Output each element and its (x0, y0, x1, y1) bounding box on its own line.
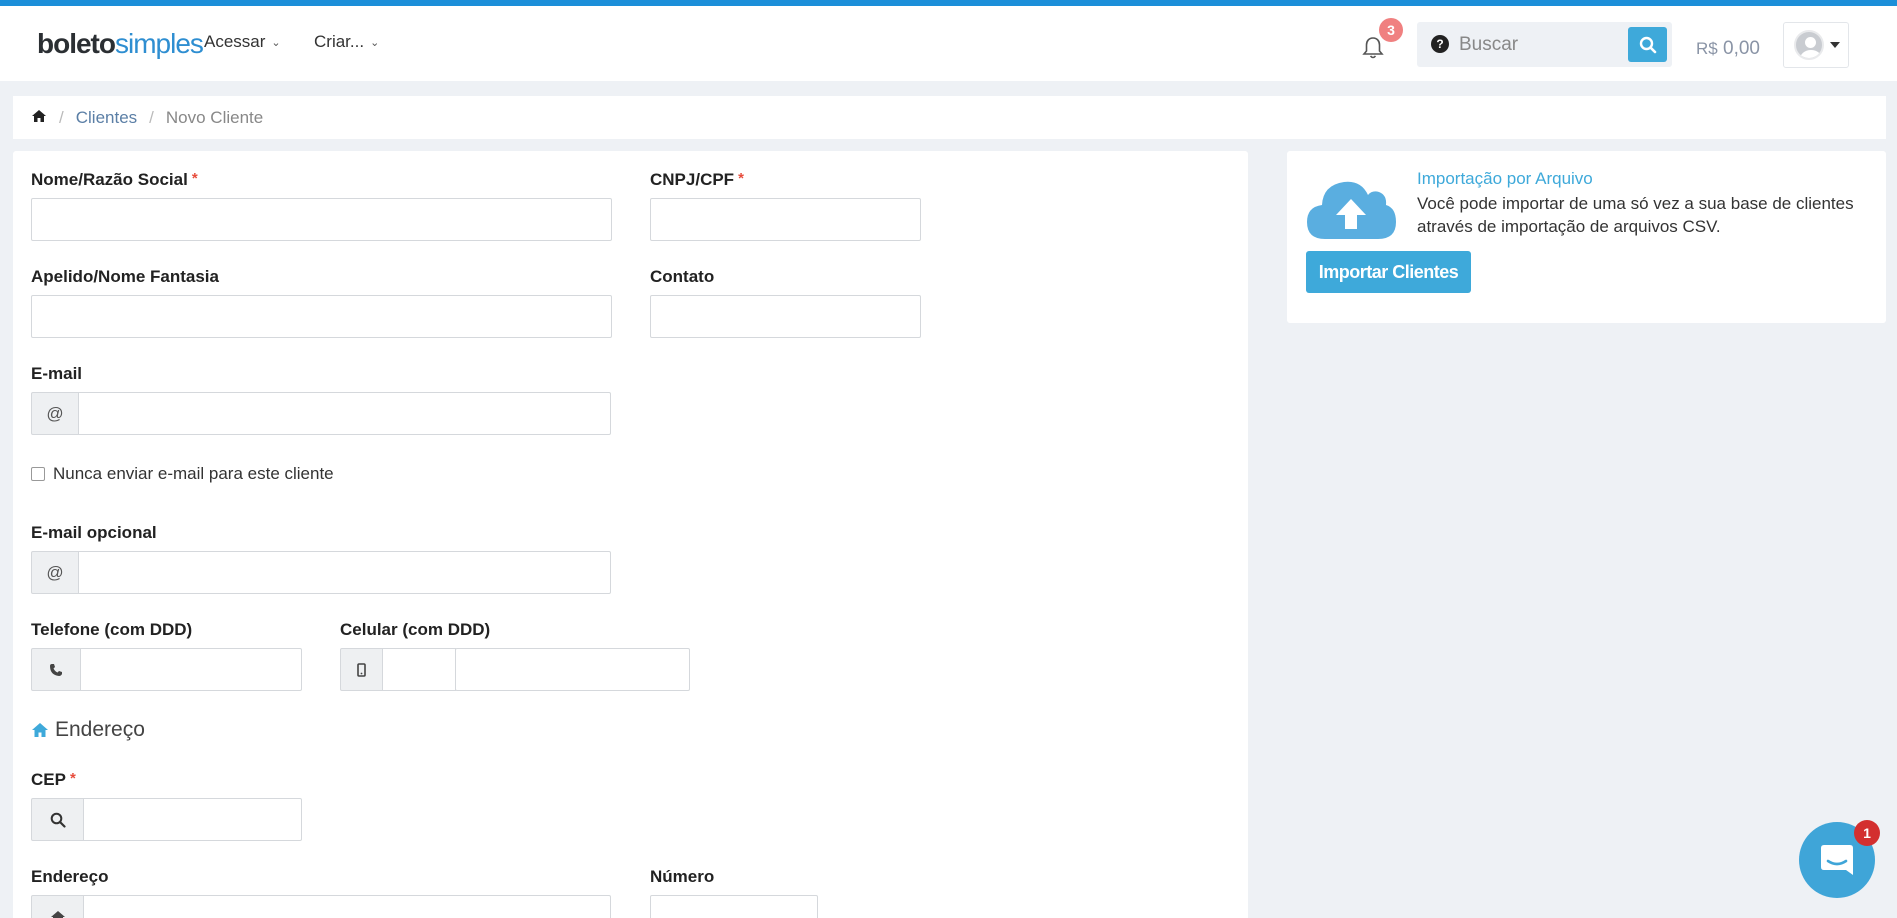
mobile-icon (340, 648, 383, 691)
required-mark: * (738, 170, 744, 187)
import-panel: Importação por Arquivo Você pode importa… (1287, 151, 1886, 323)
account-balance[interactable]: R$ 0,00 (1696, 38, 1760, 60)
nickname-field[interactable] (31, 295, 612, 338)
nav-acessar[interactable]: Acessar ⌄ (204, 32, 281, 52)
notification-badge: 3 (1379, 18, 1403, 42)
breadcrumb-separator: / (149, 107, 154, 127)
email-addon: @ (31, 392, 79, 435)
optional-email-addon: @ (31, 551, 79, 594)
client-form: Nome/Razão Social * CNPJ/CPF * Apelido/Nom… (13, 151, 1248, 918)
nav-acessar-label: Acessar (204, 32, 266, 51)
contact-label: Contato (650, 267, 715, 286)
number-field[interactable] (650, 895, 818, 918)
name-label: Nome/Razão Social * (31, 170, 198, 190)
logo-text-bold: boleto (37, 28, 116, 59)
help-icon[interactable]: ? (1431, 35, 1449, 53)
search-box: ? (1417, 22, 1672, 67)
balance-currency: R$ (1696, 39, 1718, 58)
breadcrumb-clientes[interactable]: Clientes (76, 108, 137, 128)
cep-search-button[interactable] (31, 798, 84, 841)
search-input[interactable] (1459, 27, 1619, 62)
balance-value: 0,00 (1723, 38, 1760, 59)
name-field[interactable] (31, 198, 612, 241)
logo-text-light: simples (115, 28, 204, 59)
cep-field[interactable] (83, 798, 302, 841)
phone-label: Telefone (com DDD) (31, 620, 193, 639)
search-button[interactable] (1628, 27, 1667, 62)
cnpj-label: CNPJ/CPF * (650, 170, 744, 190)
chat-icon (1821, 845, 1853, 875)
cnpj-label-text: CNPJ/CPF (650, 170, 735, 189)
chevron-down-icon: ⌄ (271, 36, 281, 49)
breadcrumb-separator: / (59, 107, 64, 127)
email-label: E-mail (31, 364, 83, 383)
user-menu-button[interactable] (1783, 22, 1849, 68)
chat-badge: 1 (1854, 820, 1880, 846)
breadcrumb: / Clientes / Novo Cliente (13, 96, 1886, 139)
optional-email-field[interactable] (78, 551, 611, 594)
chevron-down-icon: ⌄ (370, 36, 380, 49)
nav-criar[interactable]: Criar... ⌄ (314, 32, 379, 52)
address-section-title: Endereço (31, 718, 145, 742)
never-email-label: Nunca enviar e-mail para este cliente (53, 464, 334, 483)
address-icon (31, 895, 84, 918)
avatar (1794, 30, 1824, 60)
address-label: Endereço (31, 867, 109, 886)
breadcrumb-current: Novo Cliente (165, 107, 264, 127)
mobile-label: Celular (com DDD) (340, 620, 491, 639)
home-icon (32, 723, 48, 737)
mobile-ddd-field[interactable] (382, 648, 456, 691)
search-icon (1639, 36, 1656, 53)
address-section-label: Endereço (55, 718, 145, 741)
number-label: Número (650, 867, 715, 886)
email-field[interactable] (78, 392, 611, 435)
never-email-checkbox[interactable] (31, 467, 45, 481)
phone-icon (31, 648, 81, 691)
cep-label-text: CEP (31, 770, 66, 789)
phone-field[interactable] (80, 648, 302, 691)
import-clients-button[interactable]: Importar Clientes (1306, 251, 1471, 293)
nickname-label: Apelido/Nome Fantasia (31, 267, 219, 286)
top-navbar: boletosimples Acessar ⌄ Criar... ⌄ 3 ? R… (0, 6, 1897, 81)
nav-criar-label: Criar... (314, 32, 365, 51)
never-email-option[interactable]: Nunca enviar e-mail para este cliente (31, 464, 334, 484)
cnpj-field[interactable] (650, 198, 921, 241)
logo[interactable]: boletosimples (37, 28, 204, 60)
address-field[interactable] (83, 895, 611, 918)
search-icon (50, 812, 66, 828)
cep-label: CEP * (31, 770, 76, 790)
contact-field[interactable] (650, 295, 921, 338)
required-mark: * (191, 170, 198, 187)
optional-email-label: E-mail opcional (31, 523, 157, 542)
required-mark: * (69, 770, 76, 787)
import-description: Você pode importar de uma só vez a sua b… (1417, 194, 1854, 236)
caret-down-icon (1830, 42, 1840, 48)
import-title[interactable]: Importação por Arquivo (1417, 169, 1593, 189)
home-icon[interactable] (31, 108, 47, 128)
mobile-number-field[interactable] (455, 648, 690, 691)
cloud-upload-icon (1305, 173, 1397, 248)
bell-icon[interactable] (1362, 36, 1384, 60)
name-label-text: Nome/Razão Social (31, 170, 188, 189)
